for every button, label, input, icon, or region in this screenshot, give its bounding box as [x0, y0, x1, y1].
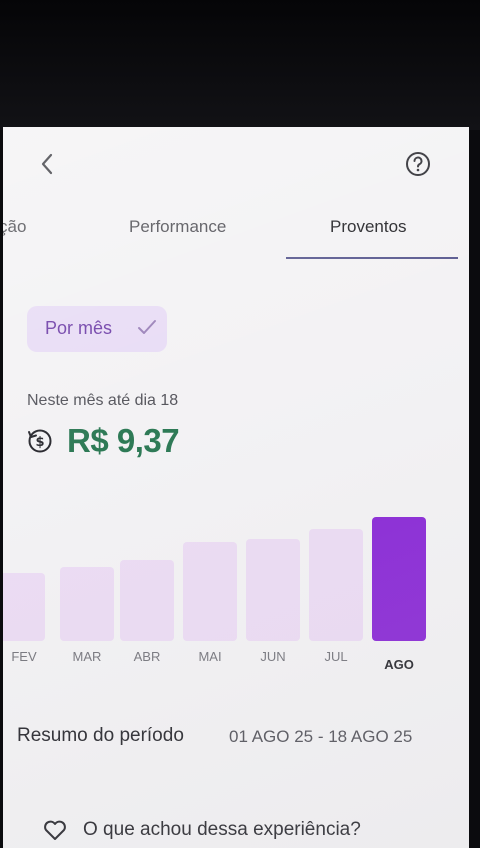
chart-label-jul: JUL	[324, 649, 348, 664]
chart-bar-ago[interactable]	[372, 517, 426, 641]
tab-partial[interactable]: ção	[3, 217, 26, 237]
question-circle-icon[interactable]	[405, 151, 431, 177]
coin-icon: $	[28, 429, 52, 453]
svg-text:$: $	[35, 435, 44, 450]
chart-bar-jul[interactable]	[309, 529, 363, 641]
period-filter-chip[interactable]: Por mês	[27, 306, 167, 352]
chart-bar-mar[interactable]	[60, 567, 114, 641]
active-tab-indicator	[286, 257, 458, 259]
tab-bar: ção Performance Proventos	[3, 207, 469, 263]
chart-label-fev: FEV	[11, 649, 37, 664]
amount-value: R$ 9,37	[67, 422, 180, 459]
feedback-text: O que achou dessa experiência?	[83, 819, 361, 840]
summary-label: Resumo do período	[17, 725, 184, 746]
summary-range: 01 AGO 25 - 18 AGO 25	[229, 727, 413, 746]
chart-label-mar: MAR	[72, 649, 102, 664]
chart-bar-mai[interactable]	[183, 542, 237, 641]
chevron-left-icon[interactable]	[33, 149, 63, 179]
background-frame	[0, 0, 480, 130]
amount-row: $ R$ 9,37	[27, 422, 327, 462]
heart-icon	[44, 820, 66, 840]
chart-label-mai: MAI	[198, 649, 222, 664]
chart-bar-jun[interactable]	[246, 539, 300, 641]
chart-label-ago: AGO	[384, 657, 414, 672]
chart-bar-abr[interactable]	[120, 560, 174, 641]
chart-label-jun: JUN	[260, 649, 286, 664]
period-summary[interactable]: Resumo do período 01 AGO 25 - 18 AGO 25	[17, 725, 457, 755]
chart-bar-fev[interactable]	[3, 573, 45, 641]
period-caption: Neste mês até dia 18	[27, 392, 179, 409]
top-bar	[3, 127, 469, 197]
chart-label-abr: ABR	[133, 649, 161, 664]
app-screen: ção Performance Proventos Por mês Neste …	[3, 127, 469, 848]
tab-proventos[interactable]: Proventos	[330, 217, 407, 237]
tab-performance[interactable]: Performance	[129, 217, 226, 237]
filter-label: Por mês	[45, 318, 113, 338]
feedback-prompt[interactable]: O que achou dessa experiência?	[43, 819, 463, 848]
check-icon	[138, 320, 156, 334]
